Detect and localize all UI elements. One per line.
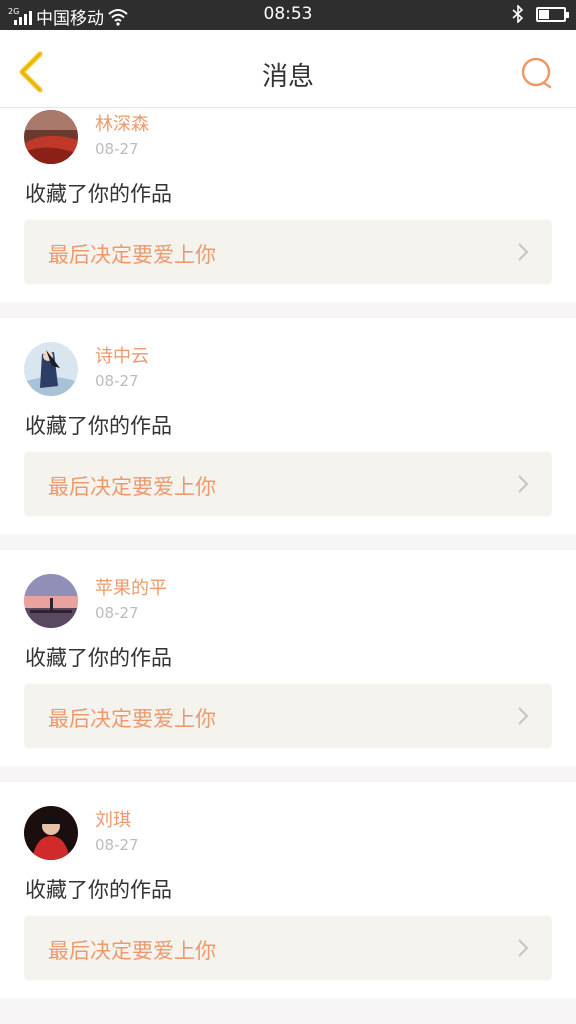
username[interactable]: 林深森 bbox=[95, 110, 149, 136]
avatar-image bbox=[24, 342, 78, 396]
message-date: 08-27 bbox=[95, 372, 139, 390]
search-button[interactable] bbox=[518, 54, 558, 94]
search-icon bbox=[521, 57, 552, 89]
status-time: 08:53 bbox=[263, 4, 313, 24]
message-date: 08-27 bbox=[95, 140, 139, 158]
status-bar: 2G 中国移动 08:53 bbox=[0, 0, 576, 30]
work-title: 最后决定要爱上你 bbox=[48, 475, 216, 499]
avatar-image bbox=[24, 110, 78, 164]
chevron-right-icon bbox=[518, 939, 529, 957]
work-link[interactable]: 最后决定要爱上你 bbox=[24, 220, 552, 284]
status-right bbox=[512, 5, 569, 23]
battery-level bbox=[539, 9, 549, 19]
bluetooth-icon bbox=[512, 5, 524, 23]
message-list: 林深森 08-27 收藏了你的作品 最后决定要爱上你 诗中云 08-27 收藏了… bbox=[0, 108, 576, 1014]
username[interactable]: 刘琪 bbox=[95, 806, 131, 832]
work-title: 最后决定要爱上你 bbox=[48, 243, 216, 267]
username[interactable]: 诗中云 bbox=[95, 342, 149, 368]
chevron-right-icon bbox=[518, 243, 529, 261]
battery-icon bbox=[536, 6, 569, 22]
message-item: 诗中云 08-27 收藏了你的作品 最后决定要爱上你 bbox=[0, 318, 576, 534]
page-title: 消息 bbox=[261, 62, 314, 92]
message-date: 08-27 bbox=[95, 604, 139, 622]
work-title: 最后决定要爱上你 bbox=[48, 939, 216, 963]
message-action: 收藏了你的作品 bbox=[25, 414, 172, 438]
nav-bar: 消息 bbox=[0, 30, 576, 108]
avatar-image bbox=[24, 574, 78, 628]
message-item: 刘琪 08-27 收藏了你的作品 最后决定要爱上你 bbox=[0, 782, 576, 998]
message-feed[interactable]: 林深森 08-27 收藏了你的作品 最后决定要爱上你 诗中云 08-27 收藏了… bbox=[0, 108, 576, 1024]
avatar-image bbox=[24, 806, 78, 860]
message-date: 08-27 bbox=[95, 836, 139, 854]
work-link[interactable]: 最后决定要爱上你 bbox=[24, 916, 552, 980]
work-link[interactable]: 最后决定要爱上你 bbox=[24, 452, 552, 516]
message-action: 收藏了你的作品 bbox=[25, 878, 172, 902]
message-action: 收藏了你的作品 bbox=[25, 182, 172, 206]
message-item: 林深森 08-27 收藏了你的作品 最后决定要爱上你 bbox=[0, 108, 576, 302]
avatar[interactable] bbox=[24, 342, 78, 396]
message-item: 苹果的平 08-27 收藏了你的作品 最后决定要爱上你 bbox=[0, 550, 576, 766]
username[interactable]: 苹果的平 bbox=[95, 574, 167, 600]
avatar[interactable] bbox=[24, 806, 78, 860]
chevron-right-icon bbox=[518, 475, 529, 493]
message-action: 收藏了你的作品 bbox=[25, 646, 172, 670]
avatar[interactable] bbox=[24, 574, 78, 628]
work-link[interactable]: 最后决定要爱上你 bbox=[24, 684, 552, 748]
avatar[interactable] bbox=[24, 110, 78, 164]
chevron-right-icon bbox=[518, 707, 529, 725]
work-title: 最后决定要爱上你 bbox=[48, 707, 216, 731]
